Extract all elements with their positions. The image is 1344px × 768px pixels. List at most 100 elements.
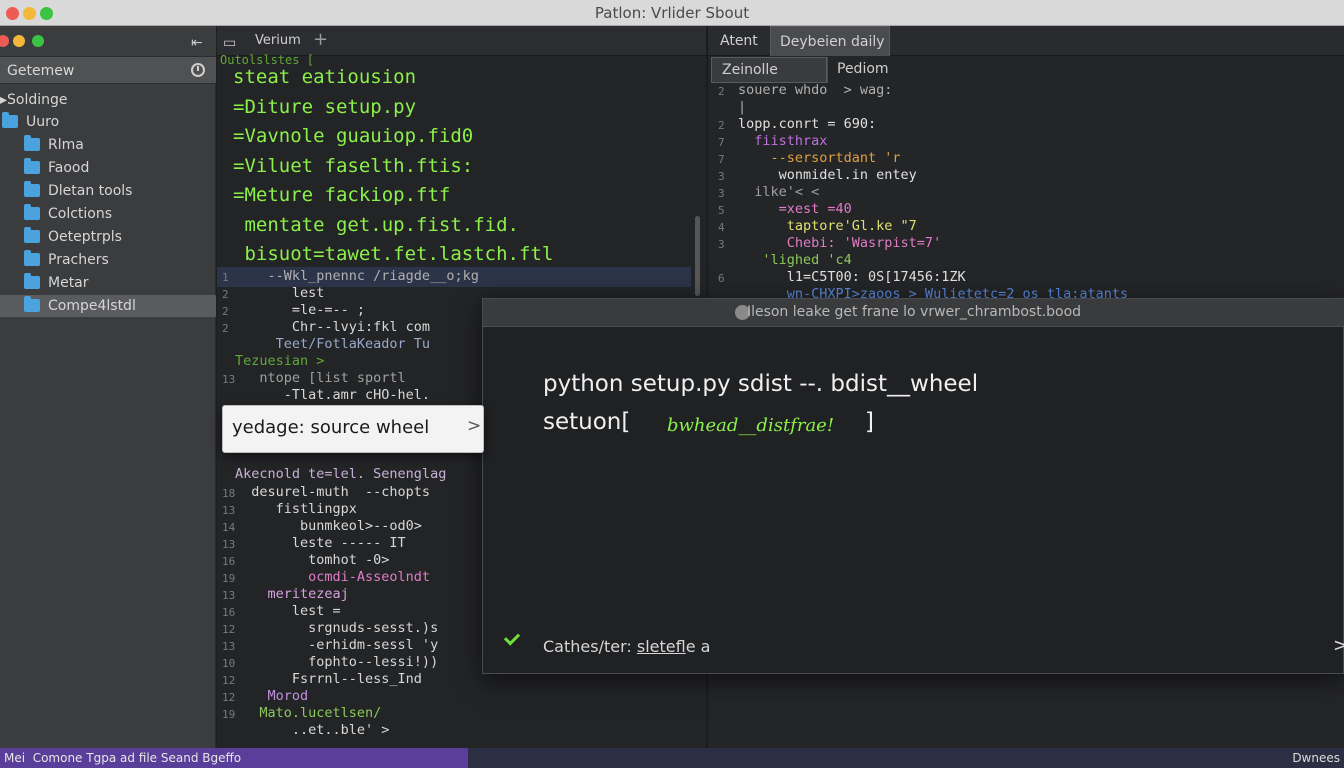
sidebar-item[interactable]: Uuro — [0, 111, 216, 133]
line-number: 2 — [718, 119, 725, 132]
line-number: 12 — [222, 674, 236, 687]
line-number: 3 — [718, 170, 725, 183]
right-tabbar: Atent Deybeien daily — [708, 26, 1344, 56]
sidebar-root[interactable]: ▸Soldinge — [0, 89, 216, 111]
line-number: 18 — [222, 487, 236, 500]
panel-icon[interactable]: ▭ — [223, 35, 236, 51]
sidebar-item[interactable]: Metar — [0, 272, 216, 294]
folder-icon — [24, 204, 40, 220]
new-tab-icon[interactable]: + — [313, 29, 328, 50]
line-number: 5 — [718, 204, 725, 217]
sidebar-item-label: Prachers — [48, 252, 109, 268]
sidebar-zoom-dot[interactable] — [32, 35, 44, 47]
code-line: --Wkl_pnennc /riagde__o;kg — [235, 268, 479, 284]
folder-icon — [2, 112, 18, 128]
sidebar-item-label: Metar — [48, 275, 89, 291]
sidebar-item[interactable]: Rlma — [0, 134, 216, 156]
code-line: ilke'< < — [738, 184, 820, 200]
check-icon — [503, 629, 521, 646]
folder-icon — [24, 158, 40, 174]
code-line: 'lighed 'c4 — [738, 252, 869, 268]
sidebar-toggle-icon[interactable]: ⇤ — [191, 35, 203, 51]
sidebar-toolbar — [0, 26, 216, 56]
line-number: 2 — [222, 288, 229, 301]
sidebar-item[interactable]: Compe4lstdl — [0, 295, 216, 317]
sidebar-header-label: Getemew — [7, 63, 75, 79]
sidebar-item-label: Rlma — [48, 137, 84, 153]
line-number: 4 — [718, 221, 725, 234]
tab-atent[interactable]: Atent — [718, 26, 774, 56]
code-line: Fsrrnl--less_Ind — [235, 671, 422, 687]
sidebar-item-label: Faood — [48, 160, 90, 176]
code-line-highlighted: mentate get.up.fist.fid. — [233, 213, 519, 236]
status-link[interactable]: sletef — [637, 637, 686, 656]
line-number: 16 — [222, 606, 236, 619]
command-line-2: setuon[ — [543, 409, 630, 435]
code-line-highlighted: =Diture setup.py — [233, 95, 417, 118]
status-bar: Mei Comone Tgpa ad file Seand Bgeffo Dwn… — [0, 748, 1344, 768]
code-line: meritezeaj — [235, 586, 349, 602]
window-title: Patlon: Vrlider Sbout — [594, 4, 750, 22]
line-number: 13 — [222, 373, 236, 386]
code-line: srgnuds-sesst.)s — [235, 620, 439, 636]
code-line: --sersortdant 'r — [738, 150, 901, 166]
code-line: lest = — [235, 603, 341, 619]
line-number: 10 — [222, 657, 236, 670]
dialog-header: Ileson leake get frane lo vrwer_chrambos… — [483, 299, 1344, 327]
chevron-right-icon[interactable]: > — [1333, 635, 1344, 656]
sidebar-item[interactable]: Dletan tools — [0, 180, 216, 202]
code-line: lest — [235, 285, 325, 301]
chevron-right-icon[interactable]: > — [467, 416, 481, 436]
editor-header-comment: Outolslstes [ — [220, 53, 314, 67]
sidebar-item[interactable]: Colctions — [0, 203, 216, 225]
subtab-pediom[interactable]: Pediom — [827, 57, 967, 83]
status-bar-text: Mei Comone Tgpa ad file Seand Bgeffo — [4, 751, 242, 765]
command-line-2-suffix: ] — [865, 409, 874, 435]
command-highlight: bwhead__distfrae! — [667, 415, 835, 436]
editor-tab[interactable]: Verium — [255, 33, 301, 48]
code-line: fiisthrax — [738, 133, 828, 149]
sidebar-item[interactable]: Prachers — [0, 249, 216, 271]
code-line: ocmdi-Asseolndt — [235, 569, 431, 585]
editor-scrollbar[interactable] — [695, 216, 700, 296]
tab-deybeien-daily[interactable]: Deybeien daily — [770, 26, 890, 56]
code-line: lopp.conrt = 690: — [738, 116, 877, 132]
sidebar-minimize-dot[interactable] — [13, 35, 25, 47]
code-line: -erhidm-sessl 'y — [235, 637, 439, 653]
line-number: 13 — [222, 538, 236, 551]
code-line: fistlingpx — [235, 501, 357, 517]
line-number: 14 — [222, 521, 236, 534]
code-line-highlighted: =Meture fackiop.ftf — [233, 184, 451, 206]
window-titlebar: Patlon: Vrlider Sbout — [0, 0, 1344, 26]
line-number: 6 — [718, 272, 725, 285]
sidebar-item[interactable]: Faood — [0, 157, 216, 179]
command-line-1: python setup.py sdist --. bdist__wheel — [543, 371, 979, 397]
sidebar-item-label: Compe4lstdl — [48, 298, 136, 314]
subtab-zeinolle[interactable]: Zeinolle — [711, 57, 827, 83]
sidebar-item[interactable]: Oeteptrpls — [0, 226, 216, 248]
sidebar-header: Getemew — [0, 56, 216, 84]
code-line: ..et..ble' > — [235, 722, 390, 738]
sidebar: Getemew ▸Soldinge Uuro Rlma Faood Dletan to… — [0, 26, 216, 748]
line-number: 12 — [222, 623, 236, 636]
folder-icon — [24, 227, 40, 243]
line-number: 1 — [222, 271, 229, 284]
line-number: 7 — [718, 153, 725, 166]
code-line: Tezuesian > — [235, 353, 325, 369]
terminal-dialog[interactable]: Ileson leake get frane lo vrwer_chrambos… — [482, 298, 1344, 674]
folder-icon — [24, 181, 40, 197]
tooltip-text: yedage: source wheel — [232, 417, 430, 438]
line-number: 13 — [222, 640, 236, 653]
code-line: fophto--lessi!)) — [235, 654, 439, 670]
code-line: l1=C5T00: 0S[17456:1ZK — [738, 269, 966, 285]
code-line: Mato.lucetlsen/ — [235, 705, 382, 721]
sidebar-close-dot[interactable] — [0, 35, 9, 47]
line-number: 7 — [718, 136, 725, 149]
code-line: Morod — [235, 688, 309, 704]
code-line-highlighted: =Viluet faselth.ftis: — [233, 154, 474, 177]
sidebar-item-label: Uuro — [26, 114, 60, 130]
editor-tabbar: ⇤ ▭ Verium + — [191, 26, 706, 56]
tooltip-popup[interactable]: yedage: source wheel > — [222, 405, 484, 453]
clock-icon[interactable] — [191, 63, 205, 77]
code-line: =xest =40 — [738, 201, 852, 217]
